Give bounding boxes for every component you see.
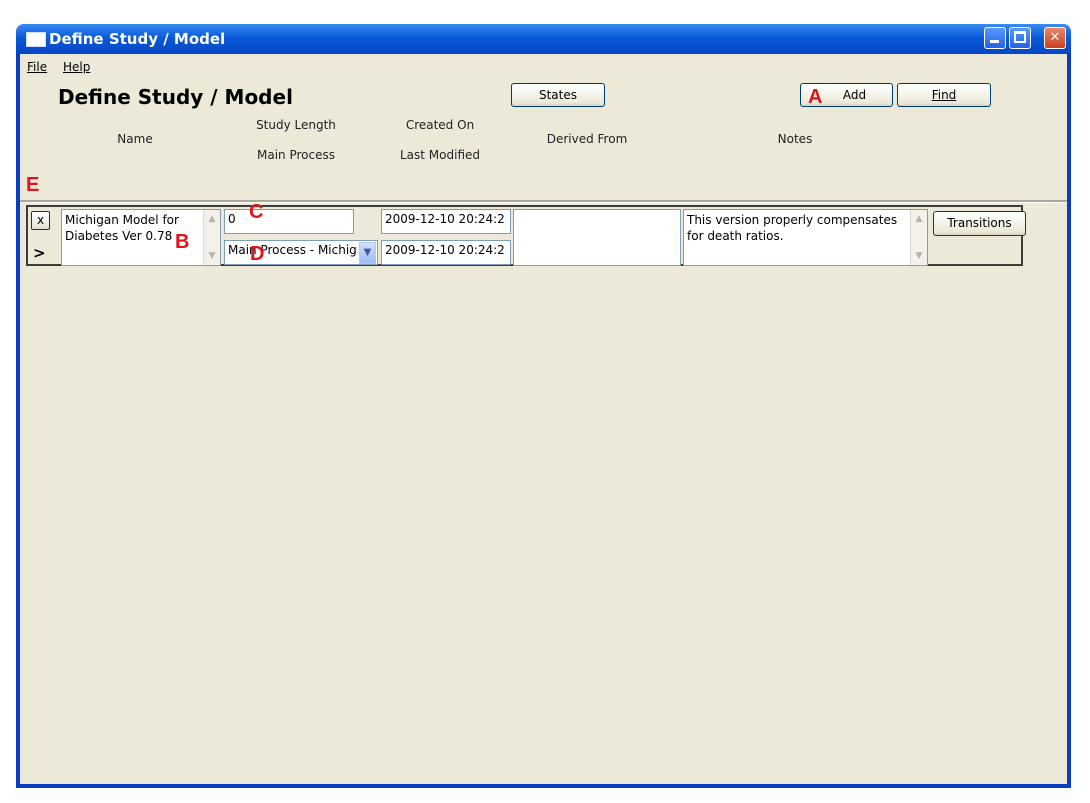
last-modified-field[interactable]: 2009-12-10 20:24:2 [381, 240, 511, 265]
find-button[interactable]: Find [897, 83, 991, 107]
notes-scrollbar[interactable]: ▲ ▼ [910, 210, 927, 265]
states-button[interactable]: States [511, 83, 605, 107]
minimize-button[interactable] [984, 27, 1006, 49]
client-area: File Help Define Study / Model States Ad… [20, 54, 1067, 784]
scroll-down-icon[interactable]: ▼ [206, 249, 218, 263]
transitions-button[interactable]: Transitions [933, 211, 1026, 236]
annotation-a: A [808, 86, 823, 108]
maximize-button[interactable] [1009, 27, 1031, 49]
title-bar[interactable]: Define Study / Model ✕ [16, 24, 1071, 54]
column-header-last-modified: Last Modified [399, 148, 480, 162]
chevron-down-icon[interactable]: ▼ [359, 242, 376, 264]
main-process-value: Main Process - Michig [228, 243, 357, 257]
scroll-down-icon[interactable]: ▼ [913, 249, 925, 263]
annotation-d: D [250, 243, 265, 265]
derived-from-field[interactable] [513, 209, 681, 266]
study-length-field[interactable]: 0 [224, 209, 354, 234]
scroll-up-icon[interactable]: ▲ [913, 212, 925, 226]
name-scrollbar[interactable]: ▲ ▼ [203, 210, 220, 265]
column-header-main-process: Main Process [257, 148, 335, 162]
add-button-label: Add [842, 88, 867, 102]
column-header-notes: Notes [777, 132, 813, 146]
main-process-select[interactable]: Main Process - Michig ▼ [224, 240, 378, 265]
column-header-created-on: Created On [405, 118, 475, 132]
current-record-indicator: > [33, 244, 46, 262]
header-separator [20, 200, 1067, 203]
annotation-e: E [26, 174, 40, 196]
annotation-b: B [175, 231, 190, 253]
name-value: Michigan Model for Diabetes Ver 0.78 [65, 213, 179, 243]
minimize-icon [990, 40, 999, 43]
close-icon: ✕ [1049, 30, 1061, 45]
close-button[interactable]: ✕ [1044, 27, 1066, 49]
name-field[interactable]: Michigan Model for Diabetes Ver 0.78 ▲ ▼ [61, 209, 221, 266]
find-button-label: Find [931, 88, 957, 102]
created-on-field[interactable]: 2009-12-10 20:24:2 [381, 209, 511, 234]
notes-field[interactable]: This version properly compensates for de… [683, 209, 928, 266]
delete-record-button[interactable]: x [31, 211, 50, 230]
app-icon [26, 32, 46, 47]
window-title: Define Study / Model [49, 30, 226, 48]
scroll-up-icon[interactable]: ▲ [206, 212, 218, 226]
page-title: Define Study / Model [58, 85, 293, 109]
column-header-name: Name [117, 132, 153, 146]
column-header-study-length: Study Length [256, 118, 336, 132]
app-window: Define Study / Model ✕ File Help Define … [16, 24, 1071, 788]
notes-value: This version properly compensates for de… [687, 213, 898, 243]
maximize-icon [1014, 31, 1026, 43]
column-header-derived-from: Derived From [546, 132, 628, 146]
annotation-c: C [249, 201, 264, 223]
